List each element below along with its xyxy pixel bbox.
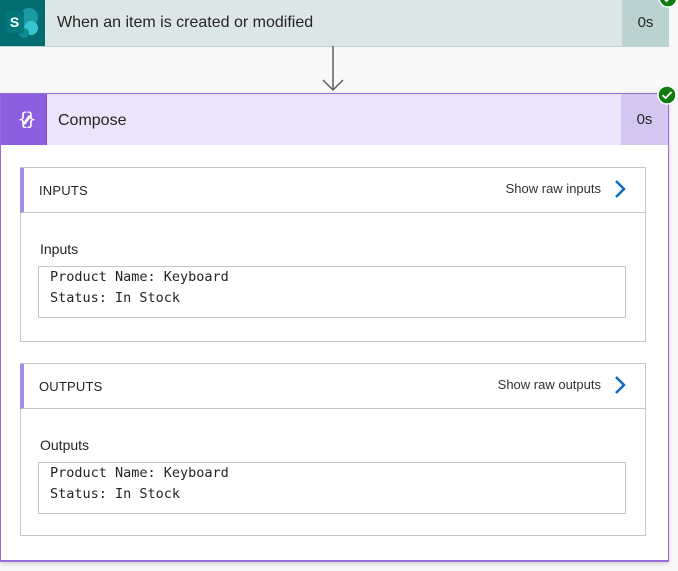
trigger-card[interactable]: S When an item is created or modified 0s <box>0 0 678 47</box>
inputs-section-label: INPUTS <box>39 183 88 198</box>
trigger-title: When an item is created or modified <box>57 14 314 31</box>
compose-card[interactable]: { } Compose 0s INPUTS Show raw inputs In… <box>0 85 677 562</box>
compose-header[interactable]: { } Compose 0s <box>1 85 677 145</box>
chevron-right-icon[interactable] <box>613 178 627 200</box>
down-arrow-icon <box>322 46 344 92</box>
inputs-value-box: Product Name: Keyboard Status: In Stock <box>38 266 626 318</box>
outputs-value-box: Product Name: Keyboard Status: In Stock <box>38 462 626 514</box>
outputs-section-label: OUTPUTS <box>39 379 103 394</box>
outputs-panel: OUTPUTS Show raw outputs Outputs Product… <box>20 363 646 536</box>
outputs-line: Status: In Stock <box>50 486 181 502</box>
compose-icon: { } <box>1 94 47 145</box>
success-check-icon <box>657 85 677 105</box>
inputs-field-label: Inputs <box>40 241 79 257</box>
inputs-line: Status: In Stock <box>50 290 181 306</box>
show-raw-outputs-link[interactable]: Show raw outputs <box>498 377 601 392</box>
success-check-icon <box>658 0 678 8</box>
chevron-right-icon[interactable] <box>613 374 627 396</box>
compose-title: Compose <box>58 112 127 129</box>
svg-text:S: S <box>10 14 19 30</box>
inputs-panel-header: INPUTS Show raw inputs <box>20 168 645 213</box>
inputs-panel: INPUTS Show raw inputs Inputs Product Na… <box>20 167 646 342</box>
inputs-line: Product Name: Keyboard <box>50 269 229 285</box>
outputs-panel-header: OUTPUTS Show raw outputs <box>20 364 645 409</box>
outputs-line: Product Name: Keyboard <box>50 465 229 481</box>
sharepoint-icon: S <box>0 0 45 46</box>
outputs-field-label: Outputs <box>40 437 90 453</box>
show-raw-inputs-link[interactable]: Show raw inputs <box>506 181 601 196</box>
